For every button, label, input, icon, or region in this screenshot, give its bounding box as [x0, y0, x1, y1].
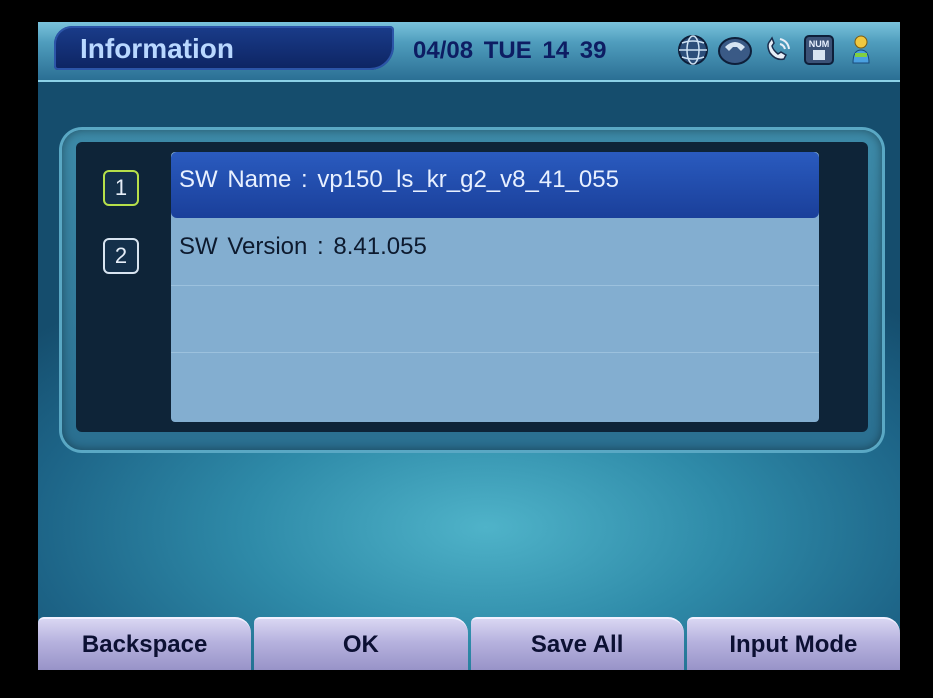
title-tab: Information — [54, 26, 394, 70]
globe-icon — [674, 32, 712, 68]
date-time-display: 04/08 TUE 14 39 — [413, 37, 607, 64]
info-list: SW Name : vp150_ls_kr_g2_v8_41_055 SW Ve… — [171, 152, 819, 422]
phone-screen: Information 04/08 TUE 14 39 NUM 1 2 SW N… — [38, 22, 900, 670]
phone-icon — [716, 32, 754, 68]
status-icons: NUM — [674, 30, 880, 70]
person-icon — [842, 32, 880, 68]
item-number-1[interactable]: 1 — [103, 170, 139, 206]
save-all-button[interactable]: Save All — [470, 617, 684, 670]
softkey-bar: Backspace OK Save All Input Mode — [38, 617, 900, 670]
list-item-empty — [171, 286, 819, 353]
info-panel: 1 2 SW Name : vp150_ls_kr_g2_v8_41_055 S… — [62, 130, 882, 450]
list-item-empty — [171, 353, 819, 419]
num-lock-label: NUM — [809, 39, 830, 49]
phone-ring-icon — [758, 32, 796, 68]
num-lock-icon: NUM — [800, 32, 838, 68]
sw-name-text: SW Name : vp150_ls_kr_g2_v8_41_055 — [179, 166, 619, 193]
backspace-button[interactable]: Backspace — [38, 617, 252, 670]
ok-button[interactable]: OK — [254, 617, 468, 670]
item-number-2[interactable]: 2 — [103, 238, 139, 274]
status-bar: Information 04/08 TUE 14 39 NUM — [38, 22, 900, 82]
input-mode-button[interactable]: Input Mode — [686, 617, 900, 670]
info-panel-inner: 1 2 SW Name : vp150_ls_kr_g2_v8_41_055 S… — [76, 142, 868, 432]
list-item-sw-version[interactable]: SW Version : 8.41.055 — [171, 219, 819, 286]
page-title: Information — [80, 33, 234, 64]
list-item-sw-name[interactable]: SW Name : vp150_ls_kr_g2_v8_41_055 — [171, 152, 819, 218]
sw-version-text: SW Version : 8.41.055 — [179, 233, 427, 260]
